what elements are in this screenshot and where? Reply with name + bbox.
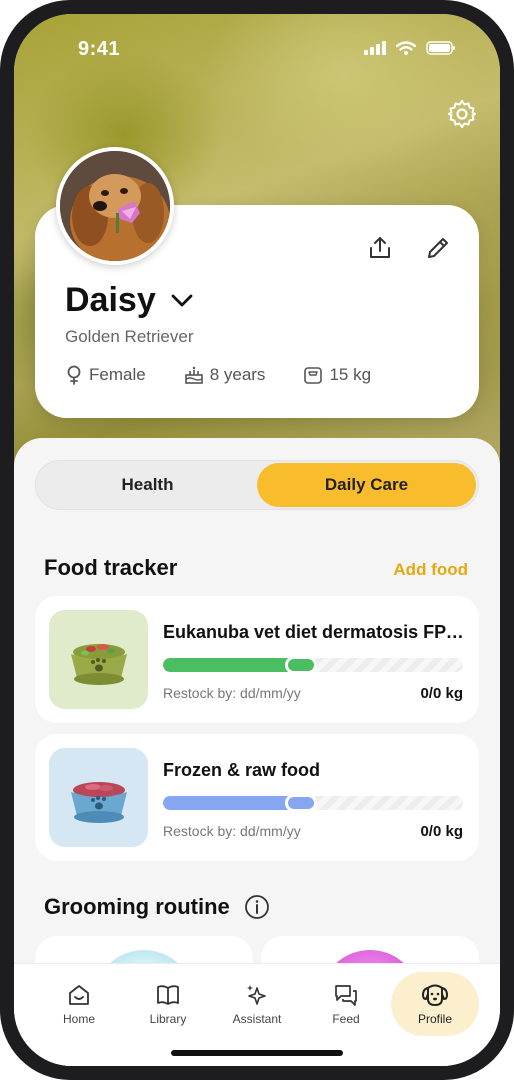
nav-label: Library — [149, 1012, 187, 1026]
share-button[interactable] — [365, 233, 395, 263]
nav-label: Profile — [417, 1012, 452, 1026]
nav-feed[interactable]: Feed — [302, 972, 390, 1036]
pet-age: 8 years — [184, 365, 266, 385]
nav-label: Feed — [332, 1012, 360, 1026]
dog-icon — [422, 984, 448, 1006]
food-progress-handle[interactable] — [285, 794, 317, 812]
share-icon — [370, 237, 390, 258]
grooming-title: Grooming routine — [44, 894, 230, 919]
nav-assistant[interactable]: Assistant — [213, 972, 301, 1036]
nav-profile[interactable]: Profile — [391, 972, 479, 1036]
app-screen: 9:41 Daisy Golden Retriever Female 8 yea… — [14, 14, 500, 1066]
card-actions — [365, 233, 453, 263]
chat-icon — [335, 985, 357, 1006]
food-card[interactable]: Frozen & raw food Restock by: dd/mm/yy 0… — [35, 734, 479, 861]
phone-frame: 9:41 Daisy Golden Retriever Female 8 yea… — [0, 0, 514, 1080]
home-indicator — [171, 1050, 343, 1056]
grooming-header: Grooming routine — [44, 894, 270, 920]
dog-photo — [60, 151, 170, 261]
food-bowl-icon — [70, 643, 127, 685]
pet-breed: Golden Retriever — [65, 327, 194, 346]
nav-library[interactable]: Library — [124, 972, 212, 1036]
nav-label: Home — [62, 1012, 95, 1026]
restock-date: Restock by: dd/mm/yy — [163, 685, 301, 701]
food-progress-fill — [163, 658, 301, 672]
food-name: Frozen & raw food — [163, 760, 320, 780]
cake-icon — [184, 366, 203, 384]
food-thumbnail — [49, 748, 148, 847]
add-food-button[interactable]: Add food — [393, 560, 468, 580]
battery-icon — [426, 41, 455, 55]
wifi-icon — [396, 41, 416, 55]
food-quantity: 0/0 kg — [420, 823, 463, 840]
food-card[interactable]: Eukanuba vet diet dermatosis FP d... Res… — [35, 596, 479, 723]
info-icon[interactable] — [244, 894, 270, 920]
tab-health[interactable]: Health — [38, 463, 257, 507]
care-tabs: Health Daily Care — [35, 460, 479, 510]
status-bar: 9:41 — [14, 36, 500, 66]
nav-home[interactable]: Home — [35, 972, 123, 1036]
signal-icon — [364, 41, 386, 55]
food-progress-handle[interactable] — [285, 656, 317, 674]
nav-label: Assistant — [232, 1012, 282, 1026]
food-progress-fill — [163, 796, 301, 810]
female-icon — [67, 365, 81, 385]
status-icons — [364, 41, 456, 55]
pencil-icon — [428, 238, 448, 258]
bottom-nav: Home Library Assistant Feed Profile — [14, 963, 500, 1066]
pet-weight: 15 kg — [303, 365, 371, 385]
scale-icon — [304, 367, 323, 384]
pet-sex-label: Female — [89, 365, 146, 384]
food-thumbnail — [49, 610, 148, 709]
home-icon — [69, 985, 89, 1005]
food-name: Eukanuba vet diet dermatosis FP d... — [163, 622, 465, 642]
pet-sex: Female — [65, 365, 146, 385]
pet-name: Daisy — [65, 281, 156, 319]
raw-food-bowl-icon — [70, 781, 127, 823]
status-time: 9:41 — [78, 38, 121, 60]
pet-avatar[interactable] — [56, 147, 174, 265]
restock-date: Restock by: dd/mm/yy — [163, 823, 301, 839]
pet-weight-label: 15 kg — [329, 365, 372, 384]
sparkle-icon — [247, 985, 266, 1005]
food-quantity: 0/0 kg — [420, 685, 463, 702]
book-icon — [157, 985, 179, 1005]
gear-icon — [448, 100, 476, 128]
edit-button[interactable] — [423, 233, 453, 263]
pet-age-label: 8 years — [209, 365, 266, 384]
chevron-down-icon — [171, 294, 193, 306]
tab-daily-care[interactable]: Daily Care — [257, 463, 476, 507]
food-tracker-title: Food tracker — [44, 555, 178, 580]
settings-button[interactable] — [446, 98, 478, 130]
pet-name-row[interactable]: Daisy — [65, 281, 194, 320]
pet-meta: Female 8 years 15 kg — [65, 365, 371, 385]
